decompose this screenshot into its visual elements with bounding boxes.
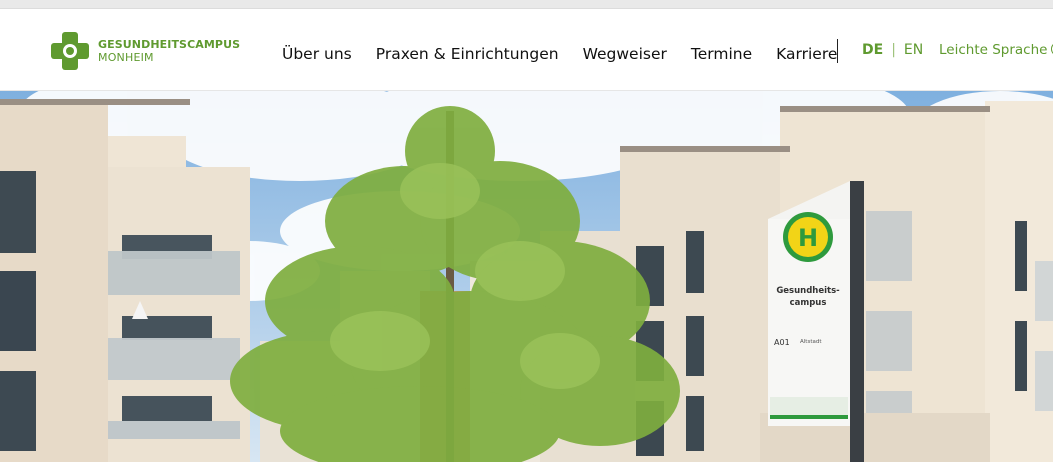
easy-language-label: Leichte Sprache xyxy=(939,42,1048,58)
browser-top-strip xyxy=(0,0,1053,9)
language-en[interactable]: EN xyxy=(904,42,923,58)
main-navigation: Über uns Praxen & Einrichtungen Wegweise… xyxy=(282,40,861,68)
nav-item-termine[interactable]: Termine xyxy=(691,45,752,63)
language-separator: | xyxy=(891,42,896,58)
nav-item-wegweiser[interactable]: Wegweiser xyxy=(583,45,667,63)
nav-item-praxen-einrichtungen[interactable]: Praxen & Einrichtungen xyxy=(376,45,559,63)
bus-stop-district: Altstadt xyxy=(800,339,822,345)
site-logo[interactable]: GESUNDHEITSCAMPUS MONHEIM xyxy=(50,30,240,72)
cross-logo-icon xyxy=(50,31,90,71)
bus-stop-code: A01 xyxy=(774,338,790,347)
site-header: GESUNDHEITSCAMPUS MONHEIM Über uns Praxe… xyxy=(0,9,1053,91)
hero-image: H Gesundheits- campus A01 Altstadt xyxy=(0,91,1053,462)
language-de[interactable]: DE xyxy=(862,42,883,58)
bus-stop-name-line2: campus xyxy=(790,298,827,308)
nav-divider xyxy=(837,39,838,63)
bus-stop-symbol: H xyxy=(798,224,818,252)
bus-stop-sign: H Gesundheits- campus A01 Altstadt xyxy=(768,181,864,462)
nav-item-karriere[interactable]: Karriere xyxy=(776,45,837,63)
logo-name-line1: GESUNDHEITSCAMPUS xyxy=(98,38,241,51)
easy-language-link[interactable]: Leichte Sprache xyxy=(939,42,1053,58)
bus-stop-name-line1: Gesundheits- xyxy=(776,286,840,296)
nav-item-ueber-uns[interactable]: Über uns xyxy=(282,45,352,68)
logo-name-line2: MONHEIM xyxy=(98,51,154,64)
language-switcher: DE | EN xyxy=(862,42,923,58)
